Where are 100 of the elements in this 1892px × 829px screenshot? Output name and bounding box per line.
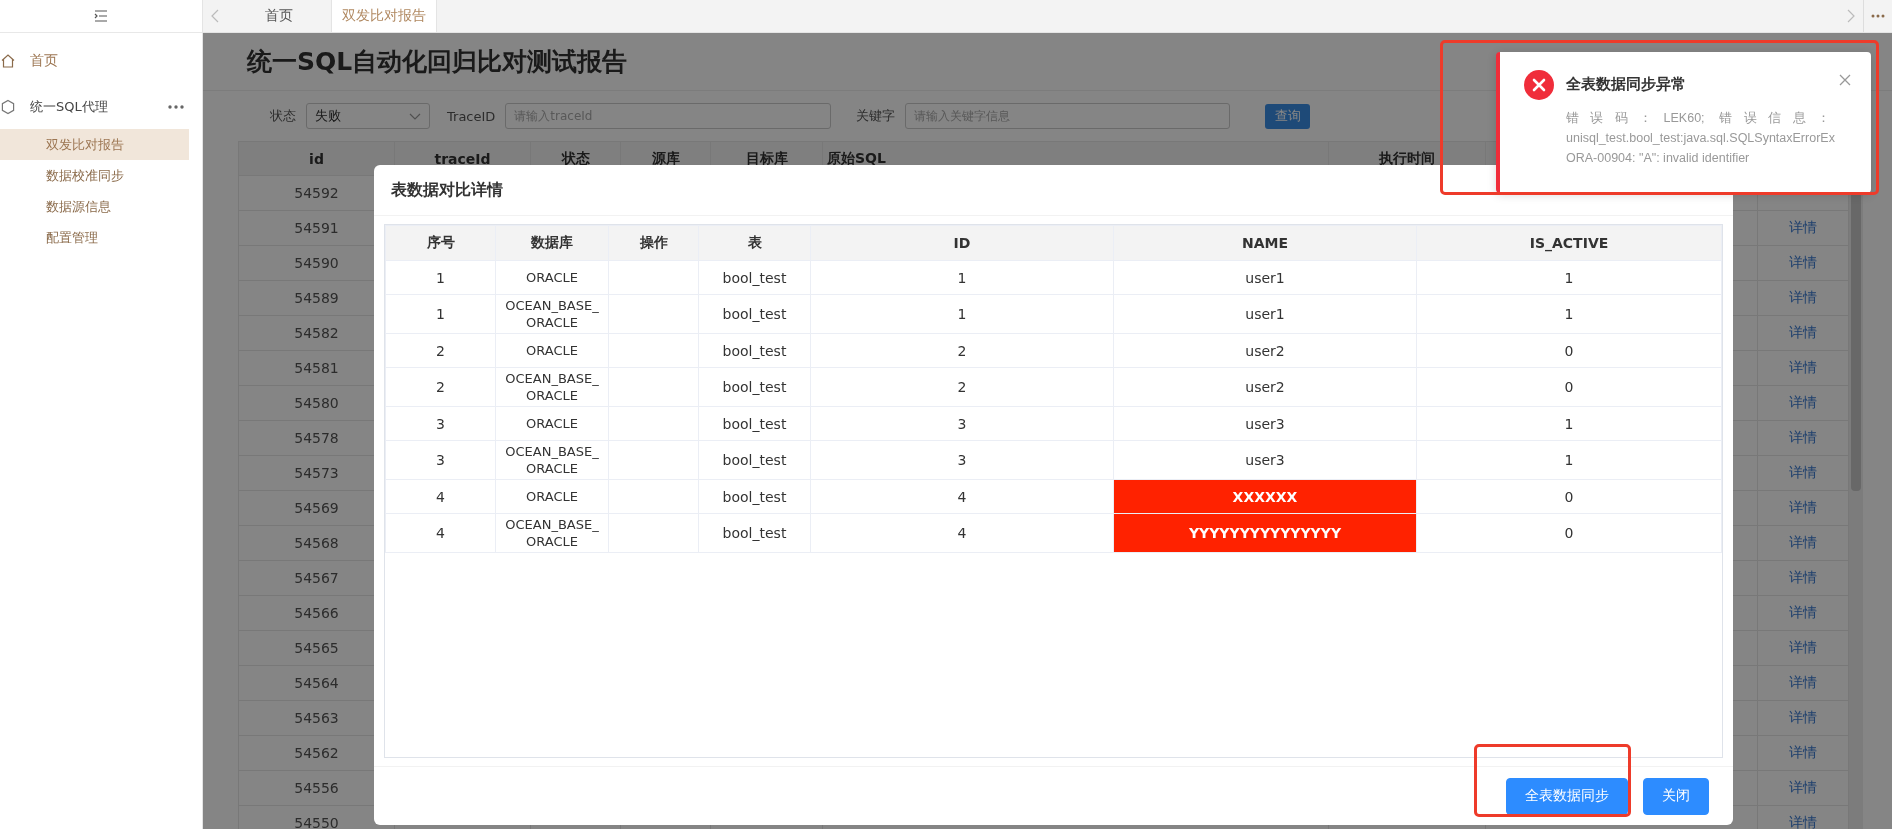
sidebar-subitem[interactable]: 双发比对报告 — [0, 129, 189, 160]
tab[interactable]: 双发比对报告 — [332, 0, 437, 32]
column-header: id — [238, 141, 395, 176]
table-cell: ORACLE — [495, 479, 609, 514]
mismatch-cell: XXXXXX — [1113, 479, 1417, 514]
sidebar-subitem[interactable]: 数据校准同步 — [0, 160, 189, 191]
status-label: 状态 — [270, 107, 296, 125]
details-link[interactable]: 详情 — [1789, 324, 1817, 340]
table-cell: 1 — [810, 260, 1114, 295]
details-link[interactable]: 详情 — [1789, 254, 1817, 270]
table-cell: 2 — [810, 333, 1114, 368]
table-cell: 1 — [1416, 440, 1722, 480]
sync-button[interactable]: 全表数据同步 — [1506, 777, 1628, 815]
menu-toggle-icon[interactable] — [94, 10, 108, 22]
details-link[interactable]: 详情 — [1789, 674, 1817, 690]
more-icon[interactable] — [168, 105, 184, 109]
table-cell: 3 — [810, 406, 1114, 441]
hexagon-icon — [0, 99, 16, 115]
table-cell: 1 — [1416, 260, 1722, 295]
column-header: 序号 — [385, 225, 496, 261]
details-link[interactable]: 详情 — [1789, 464, 1817, 480]
table-cell: 4 — [810, 513, 1114, 553]
table-cell: 0 — [1416, 479, 1722, 514]
search-button[interactable]: 查询 — [1265, 103, 1311, 129]
table-cell: 0 — [1416, 333, 1722, 368]
details-link[interactable]: 详情 — [1789, 219, 1817, 235]
status-select[interactable]: 失败 — [306, 103, 430, 129]
column-header: NAME — [1113, 225, 1417, 261]
table-cell: user1 — [1113, 260, 1417, 295]
table-cell: 0 — [1416, 513, 1722, 553]
table-cell: 1 — [385, 294, 496, 334]
details-link[interactable]: 详情 — [1789, 744, 1817, 760]
table-cell: 3 — [385, 406, 496, 441]
chevron-down-icon — [409, 112, 421, 120]
sidebar-subitem[interactable]: 配置管理 — [0, 222, 189, 253]
table-cell: bool_test — [698, 333, 811, 368]
sidebar-item[interactable]: 首页 — [0, 37, 202, 85]
table-cell: user2 — [1113, 367, 1417, 407]
table-cell: bool_test — [698, 479, 811, 514]
details-link[interactable]: 详情 — [1789, 569, 1817, 585]
column-header: IS_ACTIVE — [1416, 225, 1722, 261]
details-link[interactable]: 详情 — [1789, 359, 1817, 375]
table-cell: OCEAN_BASE_ ORACLE — [495, 440, 609, 480]
table-cell: ORACLE — [495, 406, 609, 441]
sidebar-subitem[interactable]: 数据源信息 — [0, 191, 189, 222]
table-cell: 1 — [810, 294, 1114, 334]
details-link[interactable]: 详情 — [1789, 604, 1817, 620]
table-cell: bool_test — [698, 406, 811, 441]
table-cell: user3 — [1113, 440, 1417, 480]
table-cell: ORACLE — [495, 333, 609, 368]
home-icon — [0, 53, 16, 69]
details-link[interactable]: 详情 — [1789, 779, 1817, 795]
details-link[interactable]: 详情 — [1789, 394, 1817, 410]
table-cell: user3 — [1113, 406, 1417, 441]
table-cell: user2 — [1113, 333, 1417, 368]
table-cell: 2 — [810, 367, 1114, 407]
details-link[interactable]: 详情 — [1789, 289, 1817, 305]
traceid-label: TraceID — [447, 108, 496, 124]
table-cell: user1 — [1113, 294, 1417, 334]
table-cell: 2 — [385, 367, 496, 407]
details-link[interactable]: 详情 — [1789, 709, 1817, 725]
more-icon[interactable] — [1871, 14, 1885, 18]
table-cell: ORACLE — [495, 260, 609, 295]
details-link[interactable]: 详情 — [1789, 639, 1817, 655]
keyword-label: 关键字 — [856, 107, 896, 125]
column-header: 表 — [698, 225, 811, 261]
table-cell: 0 — [1416, 367, 1722, 407]
table-cell: OCEAN_BASE_ ORACLE — [495, 294, 609, 334]
table-cell: 4 — [810, 479, 1114, 514]
close-icon[interactable] — [1839, 74, 1851, 86]
mismatch-cell: YYYYYYYYYYYYYYY — [1113, 513, 1417, 553]
column-header: ID — [810, 225, 1114, 261]
table-cell: 1 — [1416, 294, 1722, 334]
table-cell: bool_test — [698, 294, 811, 334]
table-cell: 4 — [385, 479, 496, 514]
error-message: 错误码：LEK60; 错误信息： unisql_test.bool_test:java.sql.SQLSyntaxErrorEx ORA-00904: "A": invalid identifier — [1566, 110, 1836, 167]
table-cell: 1 — [385, 260, 496, 295]
page-title: 统一SQL自动化回归比对测试报告 — [247, 46, 628, 78]
table-cell: 4 — [385, 513, 496, 553]
close-button[interactable]: 关闭 — [1643, 777, 1709, 815]
error-icon — [1524, 70, 1554, 100]
table-cell: 3 — [810, 440, 1114, 480]
table-cell: 2 — [385, 333, 496, 368]
sidebar-item-label: 首页 — [30, 52, 58, 70]
table-cell: bool_test — [698, 260, 811, 295]
table-cell: OCEAN_BASE_ ORACLE — [495, 513, 609, 553]
sidebar-group[interactable]: 统一SQL代理 — [0, 85, 202, 129]
details-link[interactable]: 详情 — [1789, 499, 1817, 515]
sidebar-group-label: 统一SQL代理 — [30, 98, 109, 116]
notification-title: 全表数据同步异常 — [1566, 75, 1686, 94]
table-cell: 3 — [385, 440, 496, 480]
column-header: 数据库 — [495, 225, 609, 261]
column-header: 操作 — [608, 225, 699, 261]
table-cell: 1 — [1416, 406, 1722, 441]
table-cell: bool_test — [698, 367, 811, 407]
table-cell: bool_test — [698, 440, 811, 480]
table-cell: OCEAN_BASE_ ORACLE — [495, 367, 609, 407]
details-link[interactable]: 详情 — [1789, 814, 1817, 829]
details-link[interactable]: 详情 — [1789, 534, 1817, 550]
details-link[interactable]: 详情 — [1789, 429, 1817, 445]
